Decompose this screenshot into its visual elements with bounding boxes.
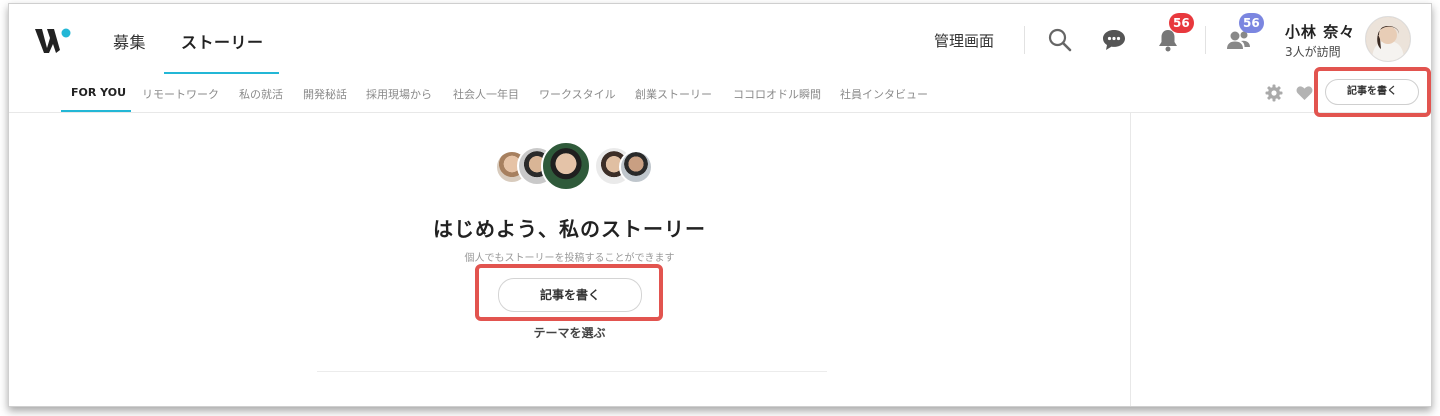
tab-for-you[interactable]: FOR YOU bbox=[71, 86, 126, 99]
tab-work-style[interactable]: ワークスタイル bbox=[539, 86, 616, 102]
sidebar-divider bbox=[1130, 113, 1131, 406]
chat-bubble-icon bbox=[1103, 30, 1125, 50]
tab-active-indicator bbox=[61, 110, 131, 112]
tab-exciting-moment[interactable]: ココロオドル瞬間 bbox=[733, 86, 821, 102]
nav-recruit[interactable]: 募集 bbox=[113, 29, 146, 53]
app-window: 募集 ストーリー 管理画面 56 56 小林 奈々 3人が訪問 FOR YOU … bbox=[8, 3, 1432, 407]
author-avatar bbox=[619, 150, 653, 184]
heart-icon bbox=[1296, 86, 1313, 100]
divider bbox=[317, 371, 827, 372]
page-title: はじめよう、私のストーリー bbox=[433, 217, 706, 241]
favorites-button[interactable] bbox=[1296, 85, 1313, 105]
gear-icon bbox=[1265, 84, 1283, 102]
choose-theme-link[interactable]: テーマを選ぶ bbox=[9, 324, 1130, 341]
admin-link[interactable]: 管理画面 bbox=[934, 30, 994, 51]
avatar[interactable] bbox=[1365, 16, 1411, 62]
author-avatar-featured bbox=[541, 141, 591, 191]
nav-stories[interactable]: ストーリー bbox=[181, 29, 264, 53]
annotation-highlight-main bbox=[475, 264, 663, 321]
category-tabs: FOR YOU リモートワーク 私の就活 開発秘話 採用現場から 社会人一年目 … bbox=[9, 74, 1431, 113]
top-header: 募集 ストーリー 管理画面 56 56 小林 奈々 3人が訪問 bbox=[9, 4, 1431, 74]
tab-job-hunting[interactable]: 私の就活 bbox=[239, 86, 283, 102]
notifications-badge: 56 bbox=[1169, 13, 1194, 33]
tab-remote-work[interactable]: リモートワーク bbox=[142, 86, 219, 102]
tab-employee-interview[interactable]: 社員インタビュー bbox=[840, 86, 928, 102]
settings-button[interactable] bbox=[1265, 84, 1283, 106]
messages-button[interactable] bbox=[1098, 24, 1130, 56]
page-subtitle: 個人でもストーリーを投稿することができます bbox=[464, 253, 675, 264]
tab-hiring-floor[interactable]: 採用現場から bbox=[366, 86, 432, 102]
tab-first-year[interactable]: 社会人一年目 bbox=[453, 86, 519, 102]
user-name[interactable]: 小林 奈々 bbox=[1285, 21, 1355, 42]
followers-badge: 56 bbox=[1239, 13, 1264, 33]
search-button[interactable] bbox=[1044, 24, 1076, 56]
annotation-highlight-header bbox=[1314, 67, 1431, 117]
tab-founding-story[interactable]: 創業ストーリー bbox=[635, 86, 712, 102]
divider bbox=[1024, 26, 1025, 54]
user-visits: 3人が訪問 bbox=[1285, 45, 1341, 59]
author-avatars bbox=[495, 141, 653, 193]
tab-dev-stories[interactable]: 開発秘話 bbox=[303, 86, 347, 102]
wantedly-logo[interactable] bbox=[33, 26, 73, 56]
divider bbox=[1205, 26, 1206, 54]
search-icon bbox=[1048, 28, 1072, 52]
story-empty-state: はじめよう、私のストーリー 個人でもストーリーを投稿することができます 記事を書… bbox=[9, 113, 1130, 406]
